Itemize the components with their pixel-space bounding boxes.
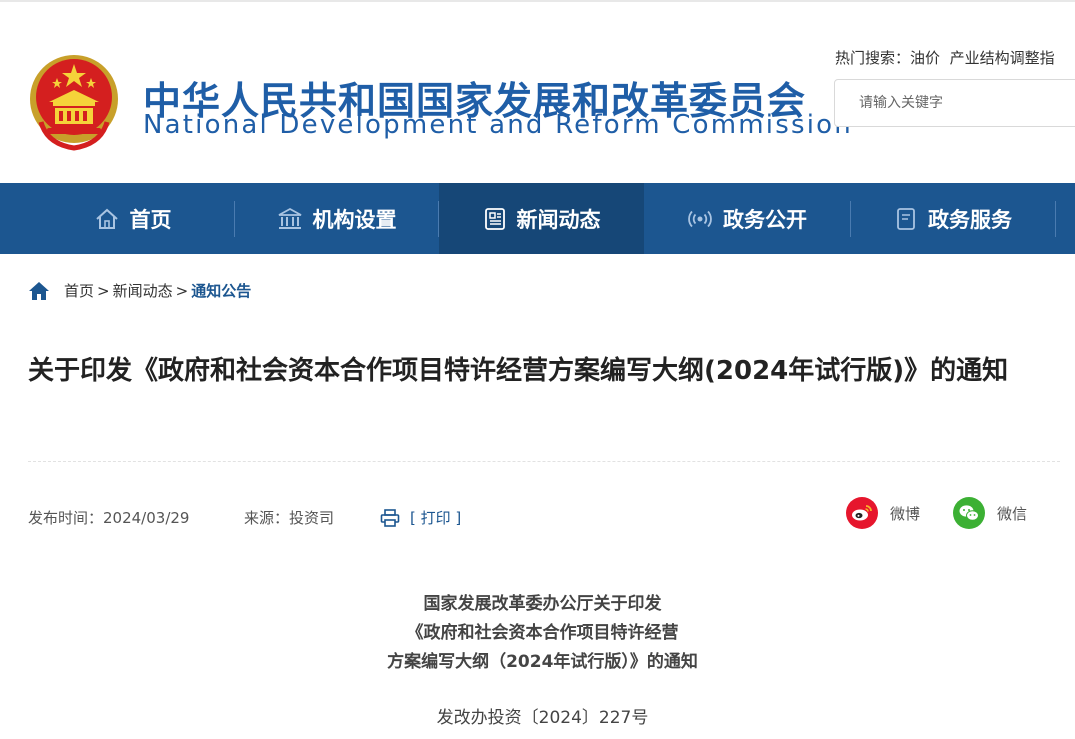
wechat-label: 微信 — [997, 504, 1028, 523]
wechat-icon — [953, 497, 985, 529]
hot-keyword-oil-price[interactable]: 油价 — [910, 49, 940, 67]
weibo-icon — [846, 497, 878, 529]
nav-label-services: 政务服务 — [928, 207, 1012, 232]
hot-keyword-industrial-structure[interactable]: 产业结构调整指 — [950, 49, 1055, 67]
breadcrumb-notices[interactable]: 通知公告 — [191, 280, 251, 301]
document-heading-line: 《政府和社会资本合作项目特许经营 — [406, 623, 679, 643]
print-button[interactable]: [ 打印 ] — [380, 507, 461, 528]
title-divider — [28, 461, 1060, 462]
hot-search-label: 热门搜索： — [835, 49, 911, 67]
document-heading: 国家发展改革委办公厅关于印发 《政府和社会资本合作项目特许经营 方案编写大纲（2… — [0, 590, 1075, 677]
nav-item-organization[interactable]: 机构设置 — [235, 183, 438, 254]
home-icon — [29, 281, 49, 300]
nav-item-home[interactable]: 首页 — [30, 183, 235, 254]
breadcrumb: 首页 > 新闻动态 > 通知公告 — [28, 280, 251, 301]
document-heading-line: 方案编写大纲（2024年试行版）》的通知 — [387, 652, 698, 672]
nav-label-home: 首页 — [129, 207, 172, 232]
share-weibo-button[interactable]: 微博 — [846, 497, 920, 529]
national-emblem-logo — [30, 55, 118, 151]
search-input[interactable] — [834, 79, 1075, 127]
site-title-en: National Development and Reform Commissi… — [143, 110, 853, 140]
article-source: 来源：投资司 — [244, 509, 335, 527]
nav-item-services[interactable]: 政务服务 — [851, 183, 1055, 254]
document-number: 发改办投资〔2024〕227号 — [436, 708, 649, 728]
building-icon — [278, 207, 301, 229]
publish-time: 发布时间：2024/03/29 — [28, 509, 190, 527]
weibo-label: 微博 — [890, 504, 921, 523]
hot-search: 热门搜索：油价 产业结构调整指 — [835, 47, 1055, 68]
breadcrumb-news[interactable]: 新闻动态 — [113, 280, 173, 301]
printer-icon — [380, 508, 400, 527]
article-title: 关于印发《政府和社会资本合作项目特许经营方案编写大纲(2024年试行版)》的通知 — [28, 356, 1009, 386]
breadcrumb-separator: > — [175, 281, 189, 300]
document-heading-line: 国家发展改革委办公厅关于印发 — [423, 594, 662, 614]
document-icon — [897, 207, 915, 230]
broadcast-icon — [688, 210, 712, 227]
nav-item-news[interactable]: 新闻动态 — [439, 183, 644, 254]
print-label: [ 打印 ] — [410, 509, 462, 527]
nav-divider — [1055, 201, 1056, 237]
top-border — [0, 0, 1075, 2]
nav-item-public-affairs[interactable]: 政务公开 — [644, 183, 850, 254]
main-nav: 首页 机构设置 新闻动态 政务公开 政务服务 — [0, 183, 1075, 254]
nav-label-news: 新闻动态 — [516, 207, 601, 232]
share-wechat-button[interactable]: 微信 — [953, 497, 1027, 529]
nav-label-organization: 机构设置 — [312, 207, 397, 232]
news-icon — [484, 207, 505, 230]
breadcrumb-home[interactable]: 首页 — [64, 280, 94, 301]
home-icon — [95, 208, 118, 229]
breadcrumb-separator: > — [97, 281, 110, 300]
nav-label-public-affairs: 政务公开 — [723, 207, 807, 232]
